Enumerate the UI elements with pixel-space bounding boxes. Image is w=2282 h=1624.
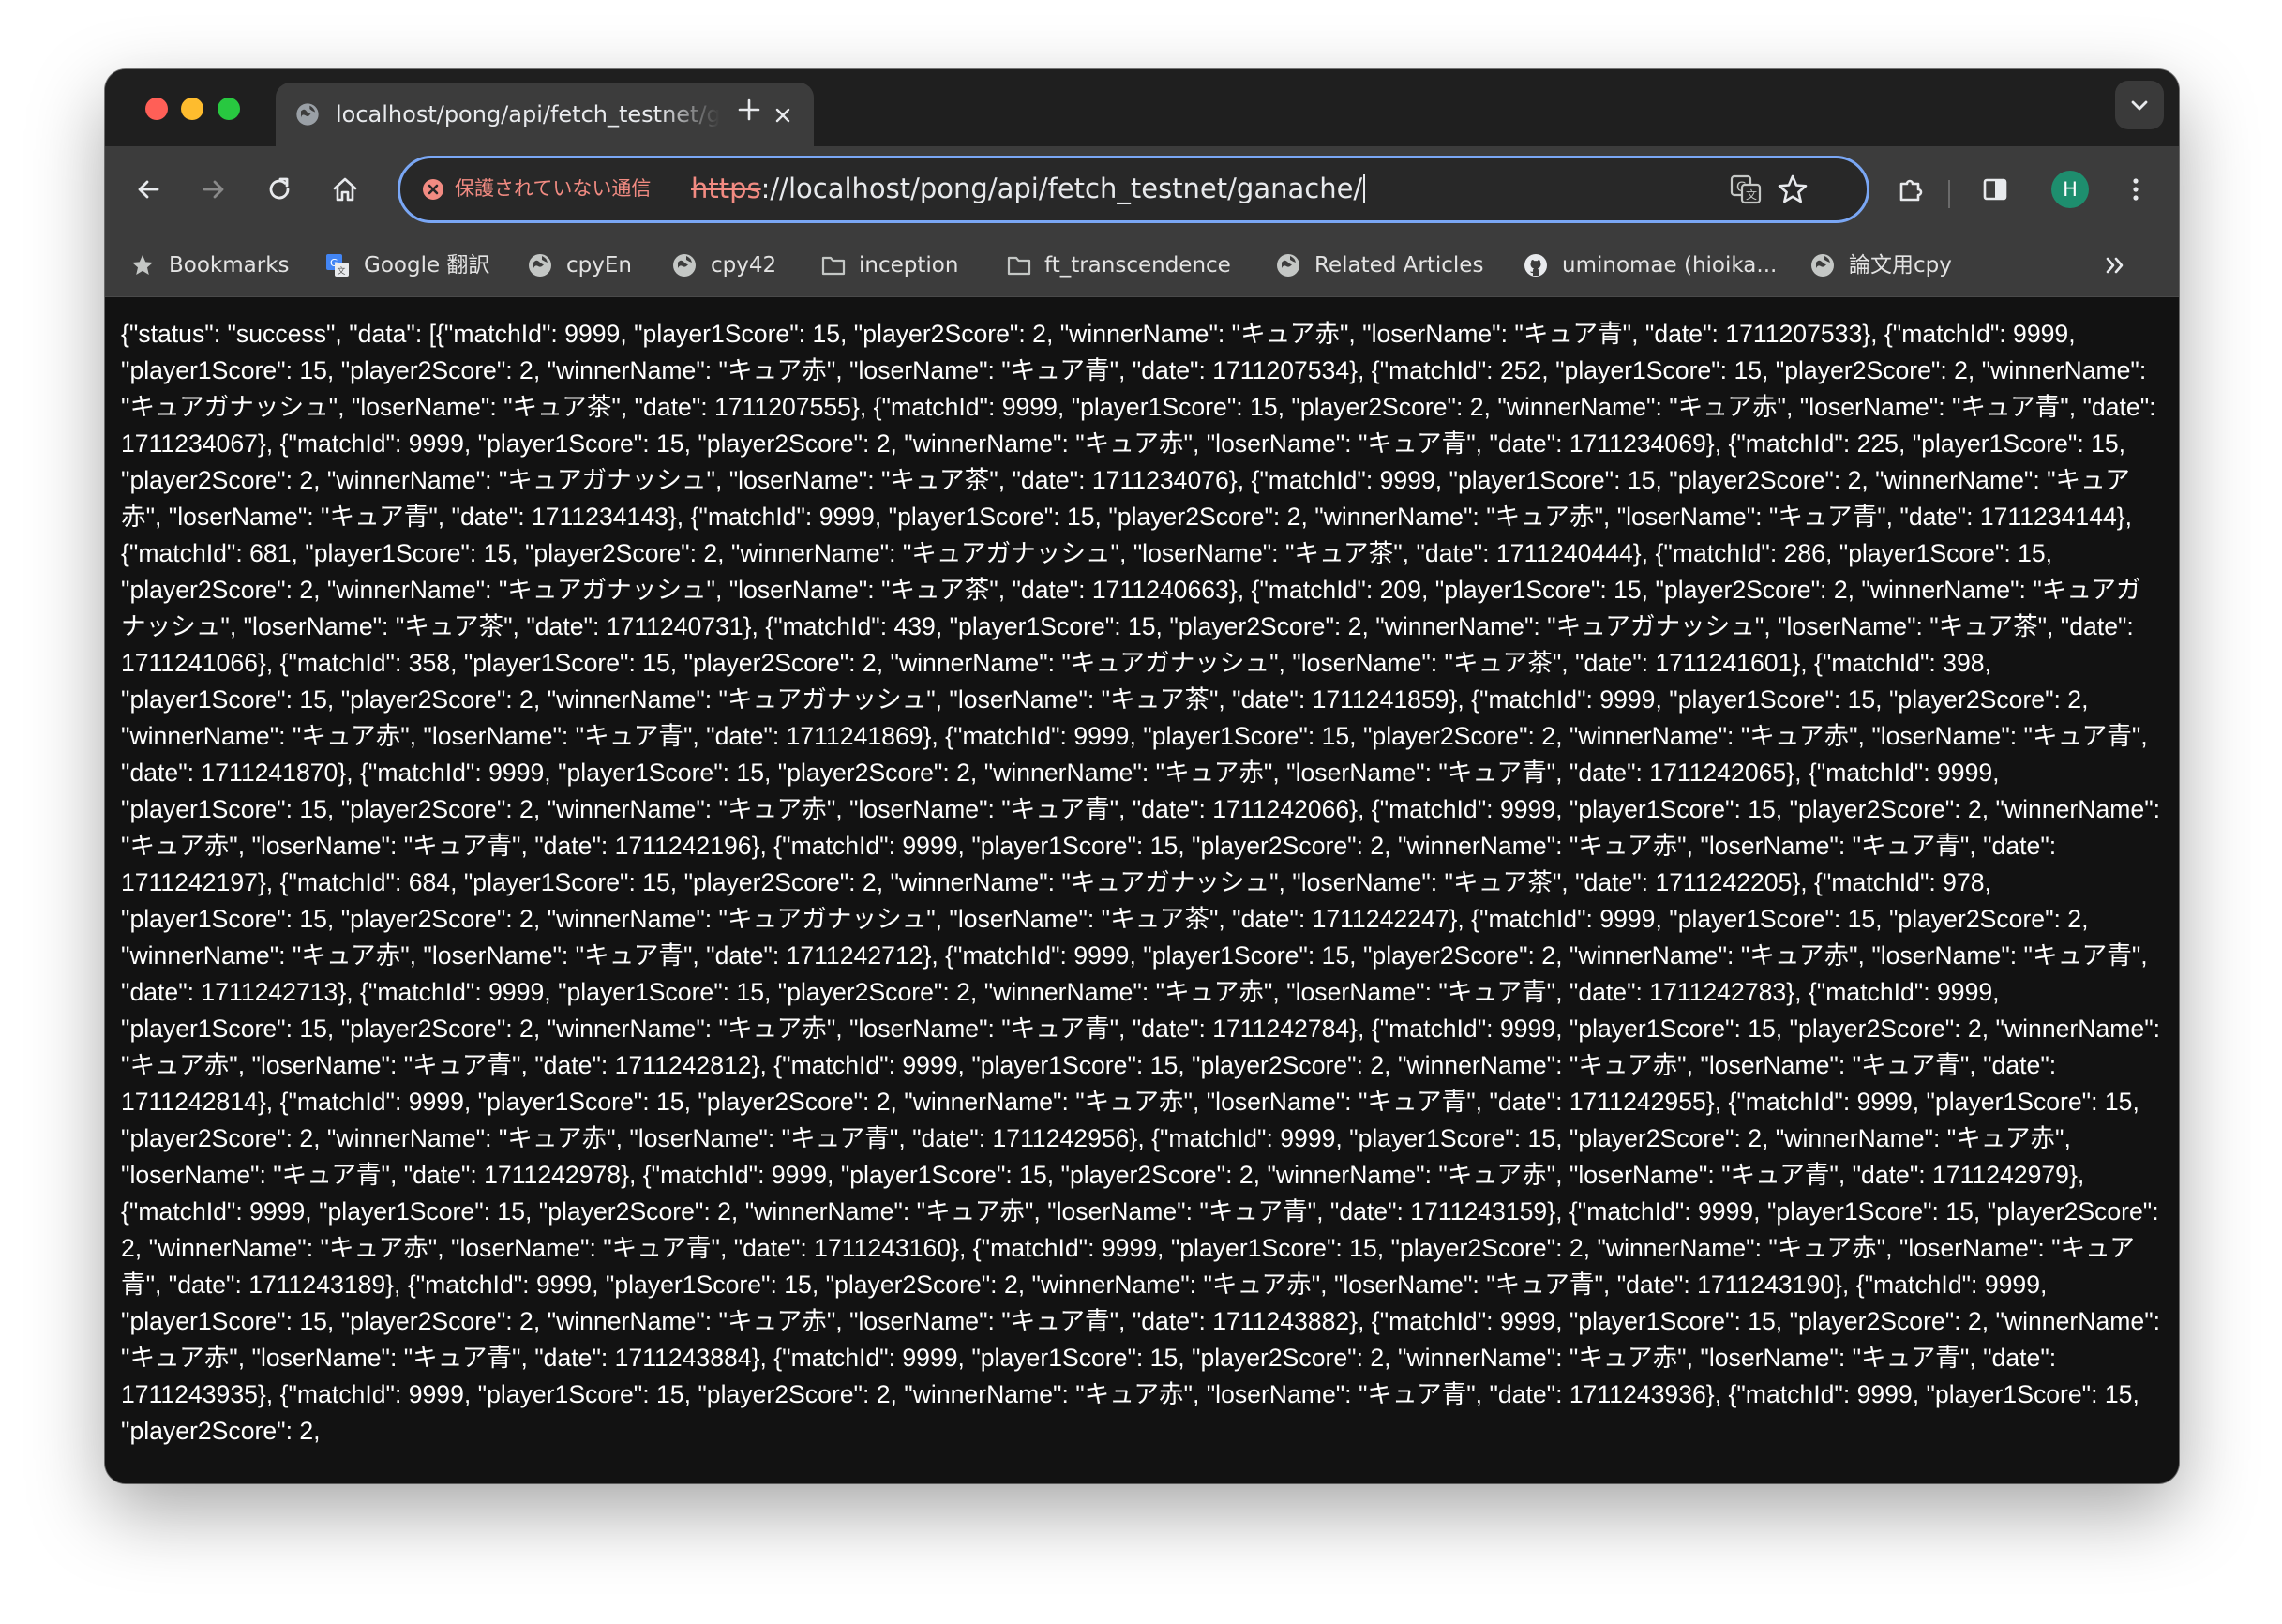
url-path: ://localhost/pong/api/fetch_testnet/gana… bbox=[760, 173, 1363, 204]
home-icon bbox=[333, 177, 357, 202]
home-button[interactable] bbox=[324, 169, 366, 210]
globe-icon bbox=[1277, 254, 1299, 277]
forward-button[interactable] bbox=[193, 169, 234, 210]
reload-button[interactable] bbox=[259, 169, 300, 210]
maximize-window-button[interactable] bbox=[218, 98, 240, 120]
double-chevron-right-icon[interactable] bbox=[2100, 249, 2132, 281]
text-cursor bbox=[1363, 174, 1366, 203]
folder-icon bbox=[821, 256, 846, 276]
star-icon[interactable] bbox=[1775, 172, 1810, 207]
google-translate-icon: G 文 bbox=[326, 254, 349, 277]
folder-icon bbox=[1007, 256, 1031, 276]
minimize-window-button[interactable] bbox=[181, 98, 203, 120]
reload-icon bbox=[269, 177, 290, 200]
close-window-button[interactable] bbox=[145, 98, 168, 120]
not-secure-icon bbox=[423, 179, 443, 200]
translate-icon[interactable]: G 文 bbox=[1728, 172, 1764, 207]
globe-icon bbox=[296, 103, 319, 126]
more-vert-icon bbox=[2133, 178, 2139, 201]
side-panel-button[interactable] bbox=[1974, 169, 2016, 210]
new-tab-icon[interactable] bbox=[733, 94, 765, 126]
close-tab-icon[interactable] bbox=[769, 101, 797, 129]
json-response-text: {"status": "success", "data": [{"matchId… bbox=[121, 320, 2168, 1445]
toolbar-separator bbox=[1948, 180, 1950, 208]
menu-button[interactable] bbox=[2115, 169, 2156, 210]
github-icon bbox=[1524, 254, 1547, 277]
arrow-right-icon bbox=[203, 180, 224, 199]
globe-icon bbox=[673, 254, 696, 277]
back-button[interactable] bbox=[128, 169, 169, 210]
star-icon bbox=[132, 255, 153, 275]
side-panel-icon bbox=[1983, 178, 2007, 201]
page-content: {"status": "success", "data": [{"matchId… bbox=[105, 297, 2179, 1483]
svg-text:文: 文 bbox=[338, 265, 346, 277]
bookmarks-bar: Bookmarks G 文 Google 翻訳 cpyEn cpy42 ince… bbox=[105, 233, 2179, 297]
url-scheme: https bbox=[691, 173, 761, 204]
chevron-down-icon bbox=[2131, 100, 2148, 111]
globe-icon bbox=[529, 254, 551, 277]
toolbar: 保護されていない通信 https://localhost/pong/api/fe… bbox=[105, 146, 2179, 233]
profile-avatar[interactable]: H bbox=[2051, 171, 2089, 208]
tab-search-button[interactable] bbox=[2115, 81, 2164, 129]
arrow-left-icon bbox=[138, 180, 159, 199]
address-bar[interactable]: 保護されていない通信 https://localhost/pong/api/fe… bbox=[398, 156, 1869, 223]
tab-strip: localhost/pong/api/fetch_testnet/ganache… bbox=[105, 69, 2179, 146]
globe-icon bbox=[1811, 254, 1834, 277]
url-text[interactable]: https://localhost/pong/api/fetch_testnet… bbox=[691, 171, 1366, 206]
puzzle-icon bbox=[1899, 179, 1923, 202]
tab-title: localhost/pong/api/fetch_testnet/ganache… bbox=[336, 101, 720, 128]
not-secure-label[interactable]: 保護されていない通信 bbox=[455, 173, 651, 203]
extensions-button[interactable] bbox=[1890, 169, 1931, 210]
svg-text:文: 文 bbox=[1746, 188, 1757, 202]
browser-window: localhost/pong/api/fetch_testnet/ganache… bbox=[105, 69, 2179, 1483]
